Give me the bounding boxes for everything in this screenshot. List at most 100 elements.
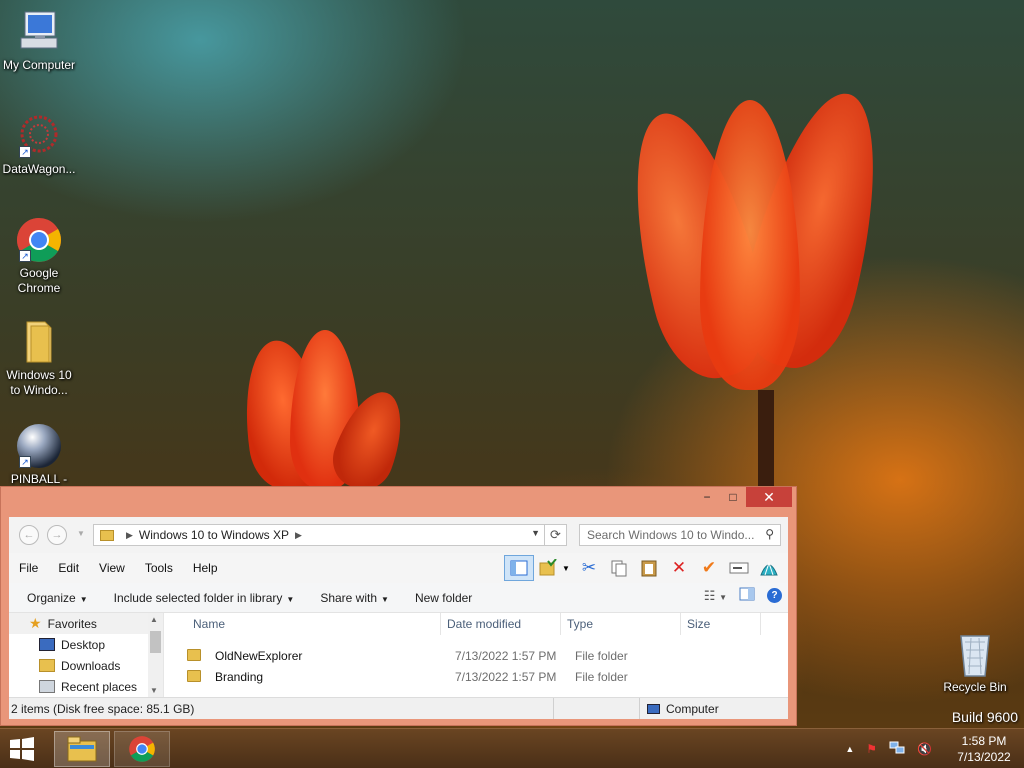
- column-name-label: Name: [193, 617, 226, 631]
- volume-icon[interactable]: 🔇: [917, 742, 932, 756]
- column-header-size[interactable]: Size: [681, 613, 761, 635]
- action-center-flag-icon[interactable]: ⚑: [866, 742, 877, 756]
- status-item-count: 2 items (Disk free space: 85.1 GB): [11, 702, 195, 716]
- toolbar-icons: ▼ ✂ ✕ ✔: [504, 553, 784, 583]
- close-button[interactable]: ✕: [746, 487, 792, 507]
- column-size-label: Size: [687, 617, 711, 631]
- address-dropdown-chevron-icon[interactable]: ▼: [531, 528, 540, 538]
- about-shell-icon[interactable]: [754, 555, 784, 581]
- copy-icon[interactable]: [604, 555, 634, 581]
- clock-date: 7/13/2022: [957, 750, 1011, 764]
- taskbar-file-explorer[interactable]: [54, 731, 110, 767]
- status-location-label: Computer: [666, 702, 719, 716]
- view-controls: ☷ ▼ ?: [704, 587, 782, 604]
- file-type: File folder: [575, 649, 628, 663]
- menu-view[interactable]: View: [89, 561, 135, 575]
- explorer-window[interactable]: − □ ✕ ← → ▼ ▶ Windows 10 to Windows XP ▶…: [0, 486, 797, 726]
- column-header-date-modified[interactable]: Date modified: [441, 613, 561, 635]
- nav-downloads[interactable]: Downloads: [9, 655, 163, 676]
- breadcrumb-chevron-icon[interactable]: ▶: [295, 530, 302, 541]
- start-button[interactable]: [8, 737, 36, 761]
- include-in-library-button[interactable]: Include selected folder in library ▼: [106, 591, 303, 605]
- organize-button[interactable]: Organize ▼: [19, 591, 96, 605]
- folder-icon: [15, 318, 63, 366]
- menu-file[interactable]: File: [9, 561, 48, 575]
- file-explorer-icon: [67, 736, 97, 762]
- computer-icon: [15, 8, 63, 56]
- cut-icon[interactable]: ✂: [574, 555, 604, 581]
- menu-edit[interactable]: Edit: [48, 561, 89, 575]
- address-bar[interactable]: ▶ Windows 10 to Windows XP ▶ ▼ ⟳: [93, 524, 567, 546]
- scroll-down-icon[interactable]: ▼: [150, 686, 158, 695]
- navigation-pane-button[interactable]: [504, 555, 534, 581]
- status-divider: [639, 698, 640, 719]
- system-tray: ▲ ⚑ 🔇 1:58 PM 7/13/2022: [845, 729, 1024, 768]
- folder-options-icon[interactable]: ▼: [534, 555, 574, 581]
- nav-desktop[interactable]: Desktop: [9, 634, 163, 655]
- delete-icon[interactable]: ✕: [664, 555, 694, 581]
- recent-places-icon: [39, 680, 55, 693]
- window-controls: − □ ✕: [694, 487, 792, 507]
- menu-help[interactable]: Help: [183, 561, 228, 575]
- tulip-stem-decoration: [758, 390, 774, 500]
- new-folder-button[interactable]: New folder: [407, 591, 480, 605]
- search-icon: ⚲: [765, 527, 774, 541]
- window-client-area: ← → ▼ ▶ Windows 10 to Windows XP ▶ ▼ ⟳ S…: [9, 517, 788, 719]
- desktop-icon-folder[interactable]: Windows 10 to Windo...: [1, 318, 77, 398]
- tulip-petal-decoration: [700, 100, 800, 390]
- desktop-icon-pinball[interactable]: ↗ PINBALL -: [1, 422, 77, 487]
- column-header-type[interactable]: Type: [561, 613, 681, 635]
- scroll-up-icon[interactable]: ▲: [150, 615, 158, 624]
- desktop-icon-datawagon[interactable]: ↗ DataWagon...: [1, 112, 77, 177]
- shortcut-arrow-icon: ↗: [19, 250, 31, 262]
- share-with-button[interactable]: Share with ▼: [312, 591, 397, 605]
- nav-recent-places[interactable]: Recent places: [9, 676, 163, 697]
- refresh-button[interactable]: ⟳: [544, 525, 566, 545]
- nav-favorites-label: Favorites: [47, 616, 97, 631]
- forward-button[interactable]: →: [47, 525, 67, 545]
- build-watermark: Build 9600: [951, 709, 1018, 725]
- column-header-name[interactable]: Name: [179, 613, 441, 635]
- share-label: Share with: [320, 590, 378, 605]
- scrollbar-thumb[interactable]: [150, 631, 161, 653]
- command-bar: Organize ▼ Include selected folder in lib…: [9, 583, 788, 613]
- minimize-button[interactable]: −: [694, 487, 720, 507]
- chevron-down-icon: ▼: [79, 594, 88, 604]
- status-bar: 2 items (Disk free space: 85.1 GB) Compu…: [9, 697, 788, 719]
- desktop-icon-google-chrome[interactable]: ↗ Google Chrome: [1, 216, 77, 296]
- properties-check-icon[interactable]: ✔: [694, 555, 724, 581]
- datawagon-icon: ↗: [15, 112, 63, 160]
- search-input[interactable]: Search Windows 10 to Windo... ⚲: [579, 524, 781, 546]
- file-type: File folder: [575, 670, 628, 684]
- pinball-icon: ↗: [15, 422, 63, 470]
- organize-label: Organize: [27, 590, 76, 605]
- file-date: 7/13/2022 1:57 PM: [455, 670, 557, 684]
- shortcut-arrow-icon: ↗: [19, 146, 31, 158]
- menu-bar: File Edit View Tools Help ▼ ✂ ✕ ✔: [9, 553, 788, 583]
- taskbar-google-chrome[interactable]: [114, 731, 170, 767]
- help-icon[interactable]: ?: [767, 588, 782, 603]
- breadcrumb-chevron-icon[interactable]: ▶: [126, 530, 133, 541]
- back-button[interactable]: ←: [19, 525, 39, 545]
- paste-icon[interactable]: [634, 555, 664, 581]
- maximize-button[interactable]: □: [720, 487, 746, 507]
- desktop-icon-label: Recycle Bin: [943, 680, 1007, 694]
- recent-locations-chevron-icon[interactable]: ▼: [77, 529, 85, 538]
- chrome-icon: [129, 736, 155, 762]
- desktop-icon-my-computer[interactable]: My Computer: [1, 8, 77, 73]
- file-date: 7/13/2022 1:57 PM: [455, 649, 557, 663]
- file-row[interactable]: Branding 7/13/2022 1:57 PM File folder: [165, 666, 775, 687]
- show-hidden-icons-chevron-icon[interactable]: ▲: [845, 744, 854, 754]
- menu-tools[interactable]: Tools: [135, 561, 183, 575]
- file-row[interactable]: OldNewExplorer 7/13/2022 1:57 PM File fo…: [165, 645, 775, 666]
- change-view-button[interactable]: ☷ ▼: [704, 588, 727, 604]
- nav-favorites[interactable]: ★ Favorites: [9, 613, 163, 634]
- rename-icon[interactable]: [724, 555, 754, 581]
- preview-pane-button[interactable]: [739, 587, 755, 604]
- file-name: Branding: [215, 670, 264, 684]
- breadcrumb-current-folder[interactable]: Windows 10 to Windows XP: [139, 528, 289, 542]
- desktop-icon-recycle-bin[interactable]: Recycle Bin: [937, 630, 1013, 695]
- clock[interactable]: 1:58 PM 7/13/2022: [944, 733, 1024, 765]
- network-icon[interactable]: [889, 741, 905, 758]
- navigation-scrollbar[interactable]: ▲ ▼: [148, 613, 163, 697]
